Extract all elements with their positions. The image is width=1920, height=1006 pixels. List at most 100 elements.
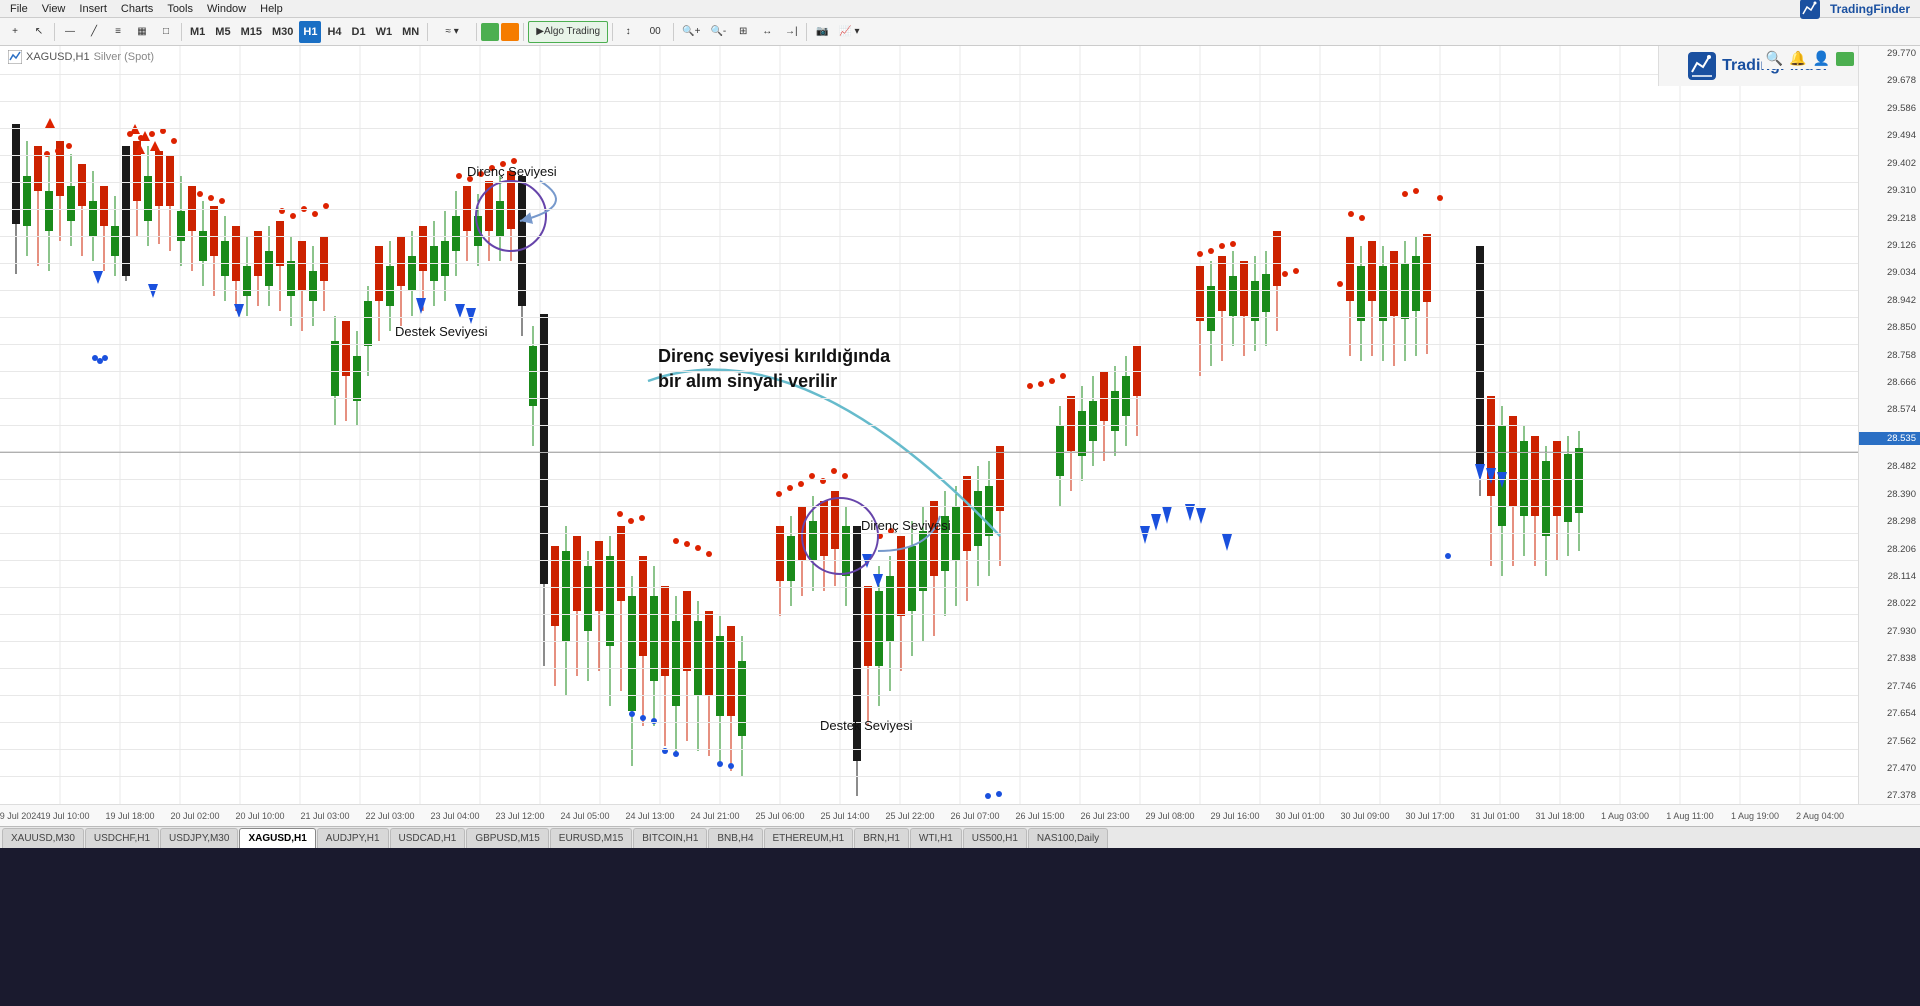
ref-line-mid [0,452,1858,453]
price-29678: 29.678 [1859,75,1920,86]
one-click-btn[interactable]: 00 [641,21,669,43]
tab-nas100-daily[interactable]: NAS100,Daily [1028,828,1108,848]
autoscroll-btn[interactable]: ↔ [756,21,778,43]
fib-btn[interactable]: ▦ [131,21,153,43]
chart-icon [8,50,22,64]
zoom-in-btn[interactable]: 🔍+ [678,21,704,43]
color-btn[interactable] [481,23,499,41]
grid-h-19 [0,560,1858,561]
price-28482: 28.482 [1859,461,1920,472]
tab-ethereum-h1[interactable]: ETHEREUM,H1 [764,828,854,848]
tab-bnb-h4[interactable]: BNB,H4 [708,828,762,848]
tab-xauusd-m30[interactable]: XAUUSD,M30 [2,828,84,848]
time-axis: 19 Jul 2024 19 Jul 10:00 19 Jul 18:00 20… [0,804,1920,826]
menu-tools[interactable]: Tools [161,0,199,18]
screenshot-btn[interactable]: 📷 [811,21,833,43]
grid-h-9 [0,290,1858,291]
time-26: 1 Aug 11:00 [1666,811,1713,821]
tf-d1[interactable]: D1 [348,21,370,43]
new-chart-btn[interactable]: + [4,21,26,43]
time-28: 2 Aug 04:00 [1796,811,1844,821]
time-9: 24 Jul 05:00 [560,811,609,821]
tf-h4[interactable]: H4 [323,21,345,43]
tab-usdjpy-m30[interactable]: USDJPY,M30 [160,828,238,848]
menu-charts[interactable]: Charts [115,0,159,18]
tf-m15[interactable]: M15 [237,21,266,43]
menu-window[interactable]: Window [201,0,252,18]
time-10: 24 Jul 13:00 [625,811,674,821]
price-29586: 29.586 [1859,103,1920,114]
logo-text: TradingFinder [1824,0,1916,18]
cursor-btn[interactable]: ↖ [28,21,50,43]
grid-h-10 [0,317,1858,318]
menu-bar: File View Insert Charts Tools Window Hel… [0,0,1920,18]
tf-m5[interactable]: M5 [211,21,234,43]
search-icon[interactable]: 🔍 [1766,50,1783,67]
tab-us500-h1[interactable]: US500,H1 [963,828,1027,848]
menu-insert[interactable]: Insert [73,0,113,18]
time-24: 31 Jul 18:00 [1535,811,1584,821]
indicator-btn[interactable] [501,23,519,41]
time-18: 29 Jul 08:00 [1145,811,1194,821]
channel-btn[interactable]: ≡ [107,21,129,43]
price-28298: 28.298 [1859,516,1920,527]
grid-h-20 [0,587,1858,588]
symbol-desc: Silver (Spot) [94,51,155,63]
grid-h-17 [0,506,1858,507]
price-28942: 28.942 [1859,295,1920,306]
time-1: 19 Jul 10:00 [40,811,89,821]
tab-usdchf-h1[interactable]: USDCHF,H1 [85,828,159,848]
price-27654: 27.654 [1859,708,1920,719]
indicator-list-btn[interactable]: 📈 ▾ [835,21,863,43]
zoom-out-btn[interactable]: 🔍- [706,21,730,43]
price-27470: 27.470 [1859,763,1920,774]
trade-levels-btn[interactable]: ↕ [617,21,639,43]
sep4 [476,23,477,41]
grid-h-6 [0,209,1858,210]
grid-h-2 [0,101,1858,102]
algo-trading-btn[interactable]: ▶ Algo Trading [528,21,608,43]
shape-btn[interactable]: □ [155,21,177,43]
grid-h-13 [0,398,1858,399]
tab-wti-h1[interactable]: WTI,H1 [910,828,962,848]
tab-usdcad-h1[interactable]: USDCAD,H1 [390,828,466,848]
header-icons: 🔍 🔔 👤 [1762,48,1858,69]
price-27378: 27.378 [1859,790,1920,801]
grid-h-18 [0,533,1858,534]
grid-h-26 [0,749,1858,750]
time-7: 23 Jul 04:00 [430,811,479,821]
chart-type-dropdown[interactable]: ≈ ▾ [432,21,472,43]
hline-btn[interactable]: — [59,21,81,43]
tf-h1[interactable]: H1 [299,21,321,43]
time-17: 26 Jul 23:00 [1080,811,1129,821]
price-28850: 28.850 [1859,322,1920,333]
tab-brn-h1[interactable]: BRN,H1 [854,828,909,848]
tab-eurusd-m15[interactable]: EURUSD,M15 [550,828,632,848]
time-0: 19 Jul 2024 [0,811,41,821]
tab-gbpusd-m15[interactable]: GBPUSD,M15 [466,828,548,848]
menu-view[interactable]: View [36,0,72,18]
tab-audjpy-h1[interactable]: AUDJPY,H1 [317,828,389,848]
price-27562: 27.562 [1859,736,1920,747]
user-icon[interactable]: 👤 [1813,50,1830,67]
tf-w1[interactable]: W1 [372,21,397,43]
tab-bitcoin-h1[interactable]: BITCOIN,H1 [633,828,707,848]
menu-file[interactable]: File [4,0,34,18]
chart-shift-btn[interactable]: →| [780,21,802,43]
tf-mn[interactable]: MN [398,21,423,43]
time-4: 20 Jul 10:00 [235,811,284,821]
tf-m1[interactable]: M1 [186,21,209,43]
chart-container[interactable]: XAGUSD,H1 Silver (Spot) [0,46,1920,804]
sep3 [427,23,428,41]
trendline-btn[interactable]: ╱ [83,21,105,43]
time-20: 30 Jul 01:00 [1275,811,1324,821]
notification-icon[interactable]: 🔔 [1789,50,1806,67]
tab-xagusd-h1[interactable]: XAGUSD,H1 [239,828,315,848]
tf-m30[interactable]: M30 [268,21,297,43]
price-29402: 29.402 [1859,158,1920,169]
grid-btn[interactable]: ⊞ [732,21,754,43]
chart-symbol-label: XAGUSD,H1 Silver (Spot) [8,50,154,64]
grid-h-22 [0,641,1858,642]
menu-help[interactable]: Help [254,0,289,18]
time-6: 22 Jul 03:00 [365,811,414,821]
